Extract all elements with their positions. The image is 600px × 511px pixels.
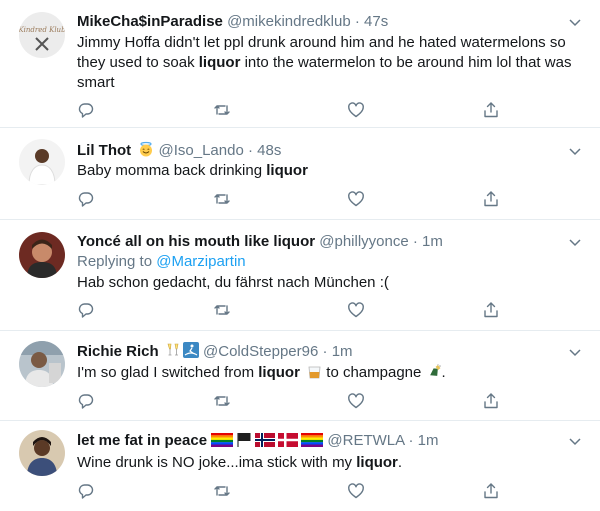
text-part: Hab schon gedacht, du fährst nach Münche… [77,274,389,291]
person-surfing-emoji-icon [182,342,199,364]
tweet-text: Wine drunk is NO joke...ima stick with m… [77,453,578,473]
replying-to: Replying to @Marzipartin [77,252,578,272]
share-icon[interactable] [482,301,500,319]
tweet-text: Jimmy Hoffa didn't let ppl drunk around … [77,33,578,93]
display-name[interactable]: Lil Thot [77,142,131,159]
separator: · [247,142,253,159]
chevron-down-icon[interactable] [568,434,582,448]
timestamp[interactable]: 48s [257,142,281,159]
chevron-down-icon[interactable] [568,235,582,249]
chevron-down-icon[interactable] [568,15,582,29]
timestamp[interactable]: 1m [422,233,443,250]
norway-flag-icon [255,433,276,453]
tweet-text: Baby momma back drinking liquor [77,161,578,181]
heart-icon[interactable] [347,101,365,119]
retweet-icon[interactable] [213,392,231,410]
retweet-icon[interactable] [213,482,231,500]
heart-icon[interactable] [347,392,365,410]
username[interactable]: @mikekindredklub [227,13,351,30]
separator: · [412,233,418,250]
heart-icon[interactable] [347,301,365,319]
username[interactable]: @ColdStepper96 [203,343,318,360]
tweet[interactable]: let me fat in peace @RETWLA · 1m Wine dr… [0,421,600,511]
avatar[interactable]: Kindred Klub [19,12,65,58]
denmark-flag-icon [278,433,299,453]
avatar[interactable] [19,232,65,278]
tweet-header: Lil Thot @Iso_Lando · 48s [77,141,560,163]
tweet-text: I'm so glad I switched from liquor to ch… [77,363,578,385]
share-icon[interactable] [482,482,500,500]
username[interactable]: @RETWLA [327,432,404,449]
tumbler-glass-emoji-icon [307,364,322,385]
highlight-keyword: liquor [258,364,300,381]
username[interactable]: @Iso_Lando [159,142,244,159]
reply-icon[interactable] [77,482,95,500]
tweet-text: Hab schon gedacht, du fährst nach Münche… [77,273,578,293]
share-icon[interactable] [482,392,500,410]
reply-mention-link[interactable]: @Marzipartin [156,253,245,270]
text-part: Baby momma back drinking [77,162,267,179]
text-part: to champagne [322,364,426,381]
heart-icon[interactable] [347,190,365,208]
tweet-actions [77,392,507,412]
tweet-header: MikeCha$inParadise @mikekindredklub · 47… [77,12,560,32]
reply-icon[interactable] [77,190,95,208]
highlight-keyword: liquor [266,162,308,179]
replying-to-label: Replying to [77,253,157,270]
reply-icon[interactable] [77,392,95,410]
separator: · [322,343,328,360]
display-name[interactable]: let me fat in peace [77,432,207,449]
retweet-icon[interactable] [213,190,231,208]
tweet[interactable]: Kindred Klub MikeCha$inParadise @mikekin… [0,0,600,128]
tweet[interactable]: Yoncé all on his mouth like liquor @phil… [0,220,600,331]
retweet-icon[interactable] [213,101,231,119]
timestamp[interactable]: 1m [332,343,353,360]
timestamp[interactable]: 1m [418,432,439,449]
highlight-keyword: liquor [198,54,241,71]
heart-icon[interactable] [347,482,365,500]
avatar[interactable] [19,139,65,185]
tweet-header: Yoncé all on his mouth like liquor @phil… [77,232,560,252]
share-icon[interactable] [482,190,500,208]
avatar[interactable] [19,430,65,476]
retweet-icon[interactable] [213,301,231,319]
tweet-header: let me fat in peace @RETWLA · 1m [77,431,560,453]
share-icon[interactable] [482,101,500,119]
tweet-actions [77,482,507,502]
black-flag-icon [236,432,252,453]
separator: · [354,13,360,30]
tweet-header: Richie Rich @ColdStepper96 · 1m [77,342,560,364]
reply-icon[interactable] [77,101,95,119]
reply-icon[interactable] [77,301,95,319]
halo-smile-emoji-icon [138,141,154,163]
tweet-actions [77,101,507,121]
separator: · [408,432,414,449]
svg-text:Kindred Klub: Kindred Klub [19,26,65,34]
tweet-actions [77,301,507,321]
display-name[interactable]: Richie Rich [77,343,159,360]
tweet-actions [77,190,507,210]
rainbow-flag-icon [211,433,234,453]
tweet[interactable]: Richie Rich @ColdStepper96 · 1m I'm so g… [0,331,600,421]
text-part: Wine drunk is NO joke...ima stick with m… [77,454,357,471]
champagne-bottle-emoji-icon [427,364,442,385]
text-part: . [441,364,446,381]
rainbow-flag-icon [301,433,324,453]
chevron-down-icon[interactable] [568,144,582,158]
chevron-down-icon[interactable] [568,345,582,359]
display-name[interactable]: Yoncé all on his mouth like liquor [77,233,315,250]
username[interactable]: @phillyyonce [319,233,408,250]
avatar[interactable] [19,341,65,387]
text-part: I'm so glad I switched from [77,364,259,381]
highlight-keyword: liquor [356,454,398,471]
tweet[interactable]: Lil Thot @Iso_Lando · 48s Baby momma bac… [0,128,600,220]
display-name[interactable]: MikeCha$inParadise [77,13,223,30]
champagne-toast-emoji-icon [166,342,180,364]
timestamp[interactable]: 47s [364,13,388,30]
text-part: . [397,454,403,471]
